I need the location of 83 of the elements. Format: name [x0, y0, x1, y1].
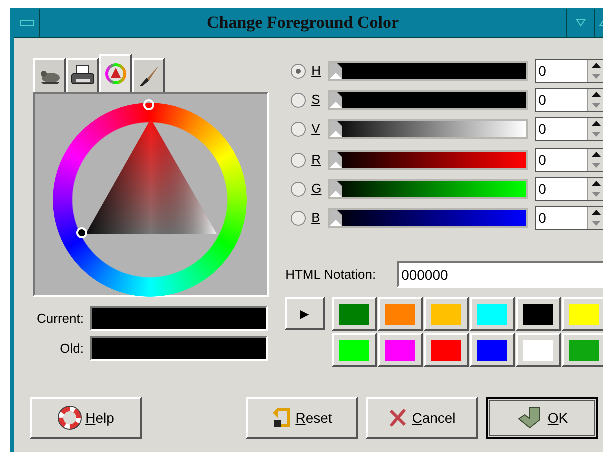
color-swatch-button[interactable]	[516, 297, 561, 331]
swatch-label: Current:	[36, 310, 85, 328]
down-arrow-icon[interactable]	[592, 221, 602, 226]
spin-field[interactable]: 0	[534, 88, 603, 112]
channel-label: V	[312, 120, 322, 138]
color-swatch-button[interactable]	[424, 297, 469, 331]
up-arrow-icon[interactable]	[592, 152, 602, 157]
radio-button[interactable]	[290, 152, 306, 168]
slider-handle[interactable]	[330, 181, 342, 197]
color-swatch-button[interactable]	[470, 333, 515, 367]
slider-track[interactable]	[328, 119, 528, 139]
down-arrow-icon[interactable]	[592, 74, 602, 79]
swatch-label: Old:	[59, 340, 85, 358]
spin-value: 0	[538, 62, 548, 81]
printer-icon	[70, 65, 94, 87]
dialog-button[interactable]: Reset	[246, 397, 358, 439]
cross-icon	[388, 408, 408, 428]
color-swatch-button[interactable]	[516, 333, 561, 367]
radio-button[interactable]	[290, 122, 306, 136]
slider-handle[interactable]	[330, 210, 342, 226]
slider-track[interactable]	[328, 90, 528, 110]
dialog-button[interactable]: OK	[486, 397, 598, 439]
channel-label: R	[312, 151, 322, 170]
menu-icon	[20, 20, 34, 26]
down-arrow-icon[interactable]	[592, 163, 602, 168]
hue-marker-icon[interactable]	[143, 99, 155, 111]
down-triangle-icon	[576, 18, 586, 26]
slider-handle[interactable]	[330, 152, 342, 168]
radio-button[interactable]	[290, 64, 306, 78]
color-swatch-button[interactable]	[378, 333, 423, 367]
up-arrow-icon[interactable]	[592, 92, 602, 97]
color-swatch-button[interactable]	[332, 297, 377, 331]
slider-track[interactable]	[328, 208, 528, 228]
spin-value: 0	[538, 180, 548, 199]
radio-button[interactable]	[290, 92, 306, 108]
spin-value: 0	[538, 209, 548, 228]
slider-track[interactable]	[328, 61, 528, 81]
history-button[interactable]: ▶	[284, 297, 325, 330]
color-swatch-button[interactable]	[332, 333, 377, 367]
slider-handle[interactable]	[330, 63, 342, 79]
value-marker-icon[interactable]	[76, 227, 88, 239]
channel-label: B	[312, 209, 322, 228]
tab[interactable]	[99, 54, 132, 92]
window-title: Change Foreground Color	[206, 12, 400, 34]
lifebuoy-icon	[58, 406, 82, 430]
radio-button[interactable]	[290, 210, 306, 226]
channel-label: H	[312, 62, 322, 80]
html-notation-label: HTML Notation:	[284, 266, 378, 284]
spin-value: 0	[538, 91, 548, 110]
slider-handle[interactable]	[330, 92, 342, 108]
dialog-button[interactable]: Cancel	[366, 397, 478, 439]
color-swatch-button[interactable]	[424, 333, 469, 367]
down-arrow-icon[interactable]	[592, 132, 602, 137]
channel-label: G	[312, 180, 323, 198]
radio-button[interactable]	[290, 182, 306, 196]
color-swatch-button[interactable]	[562, 333, 603, 367]
reset-icon	[272, 407, 292, 429]
spin-field[interactable]: 0	[534, 206, 603, 230]
spin-field[interactable]: 0	[534, 177, 603, 201]
spin-field[interactable]: 0	[534, 148, 603, 172]
up-arrow-icon[interactable]	[592, 121, 602, 126]
dialog-button[interactable]: Help	[30, 397, 142, 439]
up-arrow-icon[interactable]	[592, 181, 602, 186]
spin-field[interactable]: 0	[534, 59, 603, 83]
down-arrow-icon[interactable]	[592, 103, 602, 108]
color-swatch-button[interactable]	[470, 297, 515, 331]
up-arrow-icon[interactable]	[592, 210, 602, 215]
tab[interactable]	[66, 58, 99, 92]
spin-value: 0	[538, 151, 548, 170]
spin-field[interactable]: 0	[534, 117, 603, 141]
slider-track[interactable]	[328, 150, 528, 170]
color-swatch-button[interactable]	[562, 297, 603, 331]
color-wheel-icon	[104, 63, 126, 85]
slider-handle[interactable]	[330, 121, 342, 137]
up-arrow-icon[interactable]	[592, 63, 602, 68]
down-arrow-icon[interactable]	[592, 192, 602, 197]
html-notation-field[interactable]: 000000	[396, 261, 603, 288]
slider-track[interactable]	[328, 179, 528, 199]
color-swatch-button[interactable]	[378, 297, 423, 331]
tab[interactable]	[132, 58, 165, 92]
tab[interactable]	[33, 58, 66, 92]
spin-value: 0	[538, 120, 548, 139]
channel-label: S	[312, 91, 322, 110]
